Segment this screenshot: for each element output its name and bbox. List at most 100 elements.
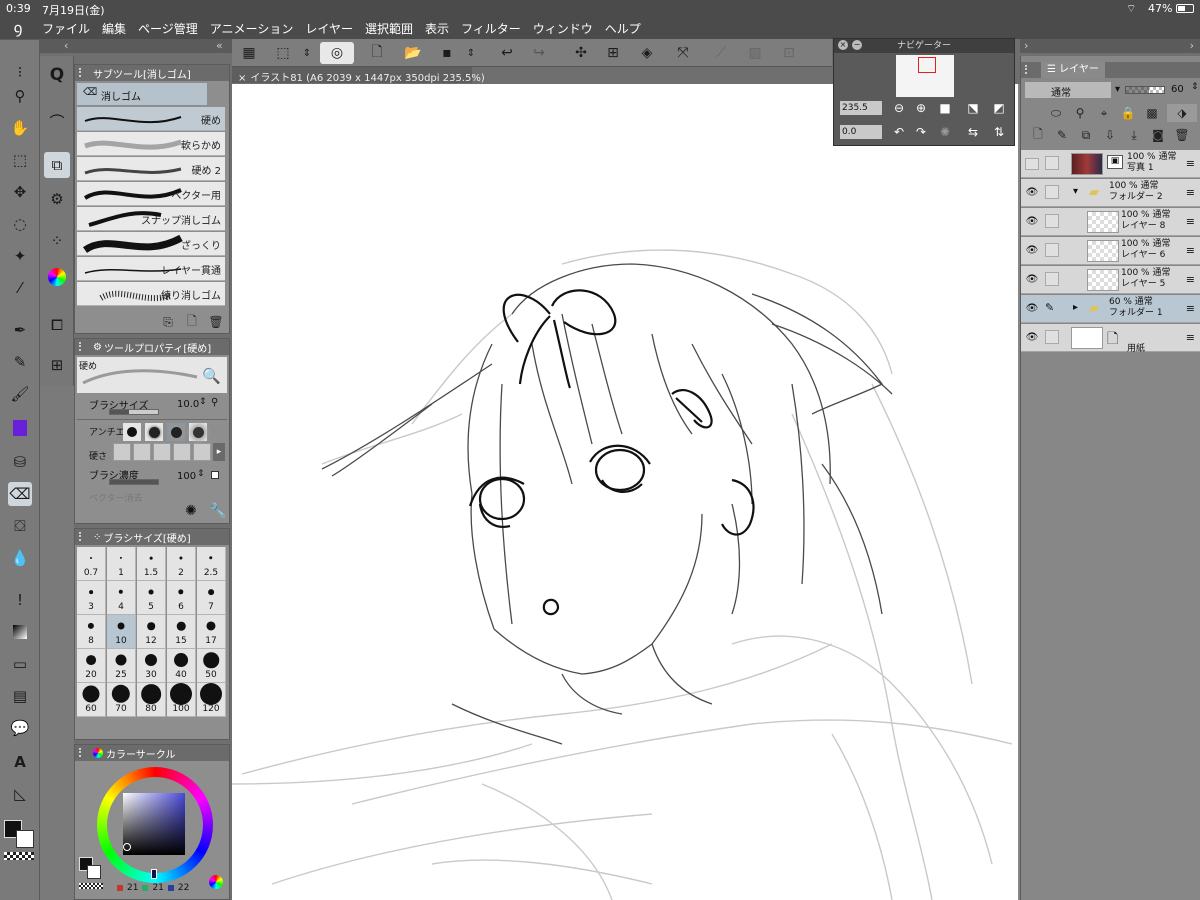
minimize-icon[interactable]: − xyxy=(852,40,862,50)
density-stepper-icon[interactable]: ⇕ xyxy=(197,469,205,479)
document-tab[interactable]: × イラスト81 (A6 2039 x 1447px 350dpi 235.5%) xyxy=(232,67,485,84)
quick-access-icon[interactable]: Q xyxy=(44,62,70,88)
color-mode-icon[interactable] xyxy=(209,875,223,889)
close-tab-icon[interactable]: × xyxy=(238,73,246,84)
menu-page[interactable]: ページ管理 xyxy=(132,20,204,37)
layer-lock-box[interactable] xyxy=(1045,214,1059,228)
eye-icon[interactable]: 👁 xyxy=(1025,245,1039,257)
expand-right-icon[interactable]: › xyxy=(1024,39,1028,52)
figure-icon[interactable]: ▭ xyxy=(8,652,32,676)
brush-size-cell[interactable]: 6 xyxy=(167,581,196,615)
subtool-group-eraser[interactable]: ⌫ 消しゴム xyxy=(77,83,207,105)
eye-icon[interactable]: 👁 xyxy=(1025,187,1039,199)
layer-row[interactable]: 👁 ✎ ▸ ▰ 60 % 通常 フォルダー 1 ≡ xyxy=(1021,295,1200,323)
zoom-input[interactable]: 235.5 xyxy=(840,101,882,115)
delete-layer-icon[interactable]: 🗑 xyxy=(1173,126,1191,144)
clipping-icon[interactable]: ⬭ xyxy=(1047,104,1065,122)
brush-size-cell[interactable]: 120 xyxy=(197,683,226,717)
layer-row[interactable]: ▣ 100 % 通常 写真 1 ≡ xyxy=(1021,150,1200,178)
operation-tool-icon[interactable]: ⬚ xyxy=(8,148,32,172)
brush-size-cell[interactable]: 2 xyxy=(167,547,196,581)
opacity-value[interactable]: 60 xyxy=(1171,84,1184,95)
brush-tool-icon[interactable]: 🖌 xyxy=(8,382,32,406)
snap-icon[interactable]: ◎ xyxy=(320,42,354,64)
color-picker-cursor[interactable] xyxy=(123,843,131,851)
menu-selection[interactable]: 選択範囲 xyxy=(359,20,419,37)
layer-menu-icon[interactable]: ≡ xyxy=(1186,157,1195,170)
brush-size-cell[interactable]: 80 xyxy=(137,683,166,717)
collapse-panel-icon[interactable]: « xyxy=(216,39,223,52)
layer-group-icon[interactable]: ⧠ xyxy=(44,312,70,338)
opacity-stepper-icon[interactable]: ⇕ xyxy=(1191,82,1199,92)
brush-item[interactable]: ベクター用 xyxy=(77,182,225,206)
brush-size-cell[interactable]: 20 xyxy=(77,649,106,683)
hardness-5[interactable] xyxy=(193,443,211,461)
brush-size-cell[interactable]: 2.5 xyxy=(197,547,226,581)
menu-filter[interactable]: フィルター xyxy=(455,20,527,37)
layer-menu-icon[interactable]: ≡ xyxy=(1186,331,1195,344)
new-folder-icon[interactable]: ⧉ xyxy=(1077,126,1095,144)
pressure-icon[interactable]: ⌒ xyxy=(44,108,70,134)
save-arrow-icon[interactable]: ⇕ xyxy=(460,42,482,64)
pressure-toggle-icon[interactable]: ⚲ xyxy=(211,397,218,408)
drawing-canvas[interactable] xyxy=(231,84,1018,900)
density-slider[interactable] xyxy=(109,479,159,485)
app-logo-icon[interactable]: ꝯ xyxy=(0,18,36,38)
brush-size-cell[interactable]: 4 xyxy=(107,581,136,615)
antialias-mid-icon[interactable] xyxy=(167,423,185,441)
hue-picker-handle[interactable] xyxy=(151,869,157,879)
layer-menu-icon[interactable]: ≡ xyxy=(1186,273,1195,286)
folder-toggle-icon[interactable]: ▾ xyxy=(1073,186,1078,197)
antialias-weak-icon[interactable] xyxy=(145,423,163,441)
brush-item[interactable]: スナップ消しゴム xyxy=(77,207,225,231)
brush-size-cell[interactable]: 8 xyxy=(77,615,106,649)
collapse-sub-icon[interactable]: ‹ xyxy=(64,39,68,52)
brush-size-cell[interactable]: 12 xyxy=(137,615,166,649)
invert-selection-icon[interactable]: ▨ xyxy=(744,42,766,64)
brush-size-cell[interactable]: 40 xyxy=(167,649,196,683)
brush-item[interactable]: 硬め xyxy=(77,107,225,131)
menu-help[interactable]: ヘルプ xyxy=(599,20,647,37)
add-mask-icon[interactable]: ◙ xyxy=(1149,126,1167,144)
tool-menu-grip-icon[interactable]: ⁝ xyxy=(6,60,34,84)
scale-icon[interactable]: ⤧ xyxy=(672,42,694,64)
layer-lock-box[interactable] xyxy=(1045,272,1059,286)
sub-color-swatch[interactable] xyxy=(16,830,34,848)
grip-icon[interactable] xyxy=(79,68,88,77)
navigator-group-icon[interactable]: ⊞ xyxy=(44,352,70,378)
brush-size-cell[interactable]: 70 xyxy=(107,683,136,717)
layer-menu-icon[interactable]: ≡ xyxy=(1186,244,1195,257)
fit-navigator-icon[interactable]: ◩ xyxy=(990,99,1008,117)
layer-lock-box[interactable] xyxy=(1045,330,1059,344)
brush-size-cell[interactable]: 15 xyxy=(167,615,196,649)
layer-menu-icon[interactable]: ≡ xyxy=(1186,215,1195,228)
hand-tool-icon[interactable]: ✋ xyxy=(8,116,32,140)
eyedropper-icon[interactable]: ⁄ xyxy=(8,276,32,300)
collapse-right-icon[interactable]: › xyxy=(1190,39,1194,52)
redo-icon[interactable]: ↪ xyxy=(528,42,550,64)
decoration-tool-icon[interactable] xyxy=(8,416,32,440)
brush-edit-icon[interactable]: ✎ xyxy=(1045,301,1059,315)
menu-view[interactable]: 表示 xyxy=(419,20,455,37)
layer-lock-box[interactable] xyxy=(1045,156,1059,170)
transparent-color-swatch[interactable] xyxy=(4,852,34,860)
brush-size-cell[interactable]: 17 xyxy=(197,615,226,649)
eye-icon[interactable]: 👁 xyxy=(1025,274,1039,286)
transfer-down-icon[interactable]: ⇩ xyxy=(1101,126,1119,144)
hardness-4[interactable] xyxy=(173,443,191,461)
pen-tool-icon[interactable]: ✒ xyxy=(8,318,32,342)
zoom-preview-icon[interactable]: 🔍 xyxy=(202,367,221,385)
density-checkbox[interactable] xyxy=(211,471,219,479)
updown-icon[interactable]: ⇕ xyxy=(296,42,318,64)
brush-size-cell[interactable]: 10 xyxy=(107,615,136,649)
copy-subtool-icon[interactable]: ⎘ xyxy=(159,313,177,331)
grip-icon[interactable] xyxy=(79,532,88,541)
clear-icon[interactable]: ✣ xyxy=(570,42,592,64)
zoom-tool-icon[interactable]: ⚲ xyxy=(8,84,32,108)
hardness-2[interactable] xyxy=(133,443,151,461)
flip-v-icon[interactable]: ⇅ xyxy=(990,123,1008,141)
brush-item[interactable]: ざっくり xyxy=(77,232,225,256)
brush-item[interactable]: 軟らかめ xyxy=(77,132,225,156)
new-file-icon[interactable]: 🗋 xyxy=(366,42,388,64)
new-subtool-icon[interactable]: 🗋 xyxy=(183,313,201,331)
